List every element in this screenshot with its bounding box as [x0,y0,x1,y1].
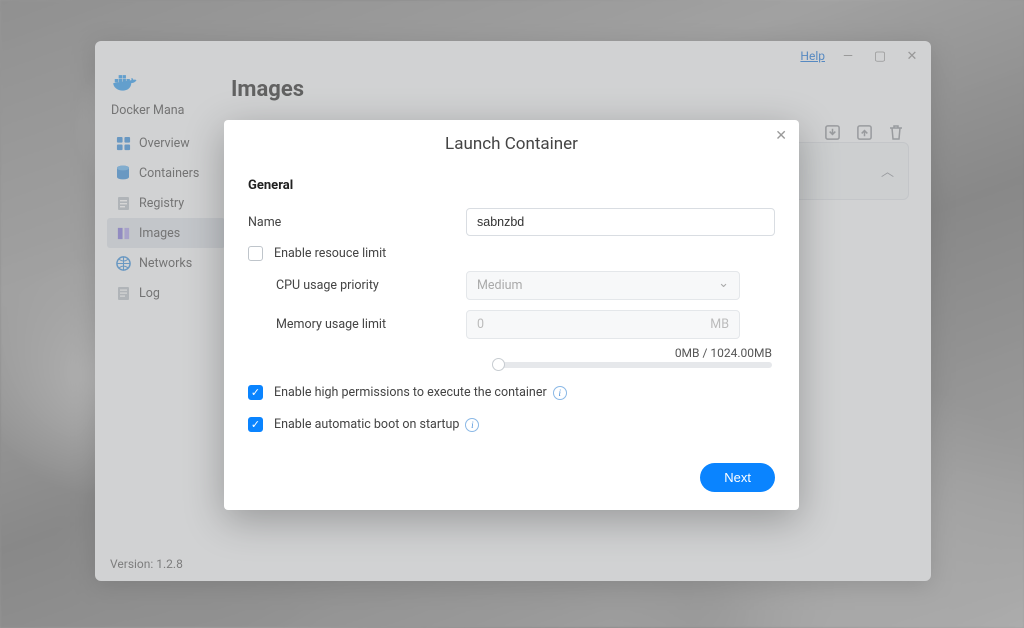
slider-thumb [492,358,505,371]
auto-boot-label: Enable automatic boot on startup [274,417,459,432]
high-permissions-label: Enable high permissions to execute the c… [274,385,547,400]
modal-title: Launch Container [248,134,775,170]
cpu-priority-select: Medium [466,271,740,300]
next-button[interactable]: Next [700,463,775,492]
memory-value: 0 [477,317,484,332]
memory-label: Memory usage limit [276,317,466,332]
info-icon[interactable]: i [553,386,567,400]
memory-unit: MB [710,317,729,332]
section-general: General [248,170,775,203]
high-permissions-checkbox[interactable] [248,385,263,400]
cpu-label: CPU usage priority [276,278,466,293]
memory-slider-label: 0MB / 1024.00MB [675,346,772,362]
auto-boot-checkbox[interactable] [248,417,263,432]
name-input[interactable] [466,208,775,236]
resource-limit-label: Enable resouce limit [274,246,386,261]
memory-input: 0 MB [466,310,740,339]
close-icon[interactable]: ✕ [775,128,787,144]
memory-slider [494,362,772,368]
name-label: Name [248,215,466,230]
info-icon[interactable]: i [465,418,479,432]
resource-limit-checkbox[interactable] [248,246,263,261]
launch-container-modal: ✕ Launch Container General Name Enable r… [224,120,799,510]
